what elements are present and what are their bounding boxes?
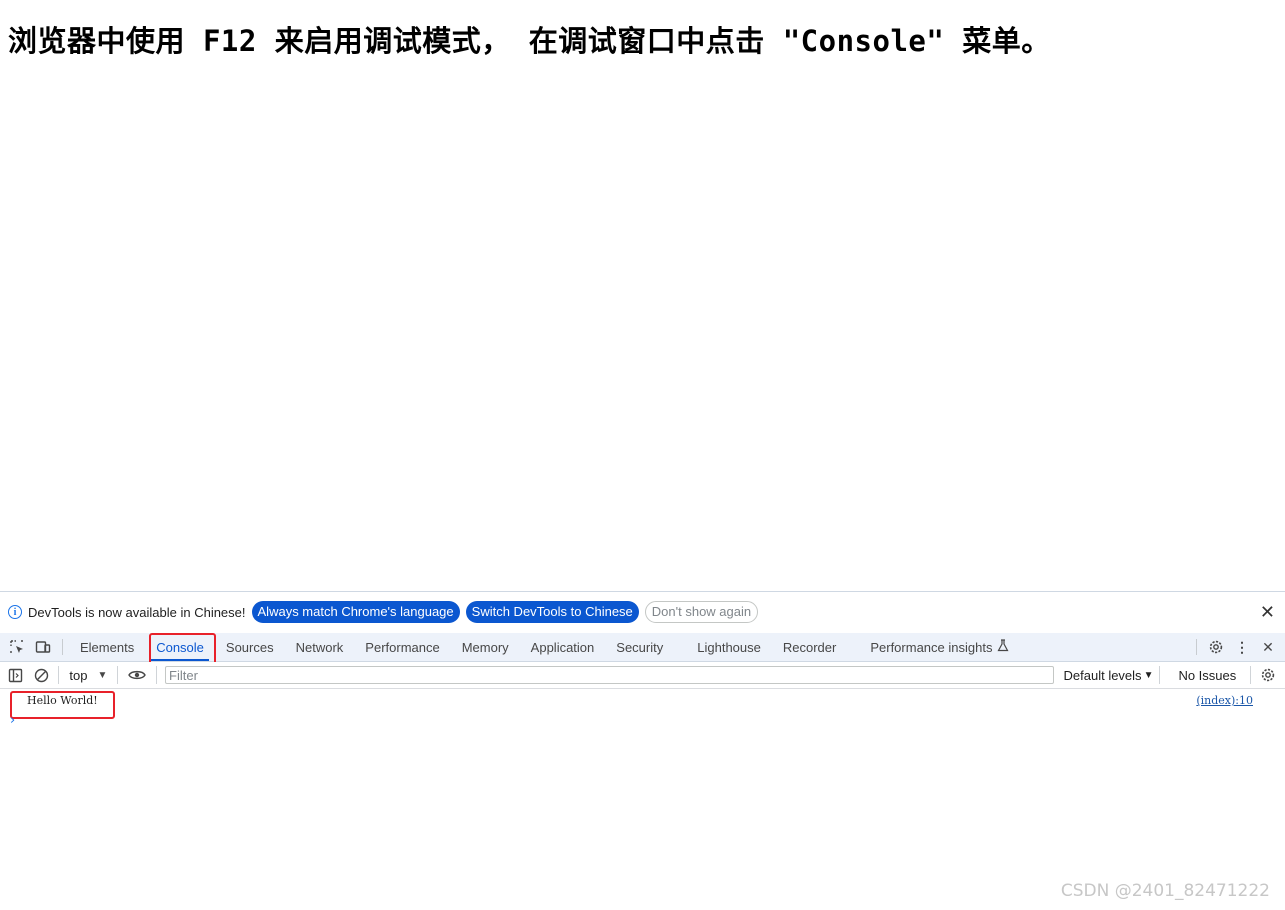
inspect-element-icon[interactable] <box>4 633 30 661</box>
console-output[interactable]: Hello World! (index):10 › <box>0 689 1285 910</box>
caret-down-icon: ▼ <box>1144 670 1154 681</box>
page-heading: 浏览器中使用 F12 来启用调试模式， 在调试窗口中点击 "Console" 菜… <box>8 18 1051 60</box>
tab-sources[interactable]: Sources <box>215 633 285 661</box>
tab-bar-actions: ⋮ ✕ <box>1190 633 1285 661</box>
tab-application[interactable]: Application <box>520 633 606 661</box>
toolbar-divider <box>1250 666 1251 684</box>
toolbar-divider <box>58 666 59 684</box>
toolbar-divider <box>1159 666 1160 684</box>
devtools-tab-bar: Elements Console Sources Network Perform… <box>0 633 1285 662</box>
tab-network[interactable]: Network <box>285 633 355 661</box>
tab-recorder[interactable]: Recorder <box>772 633 859 661</box>
console-message-row: Hello World! (index):10 <box>0 689 1285 711</box>
settings-gear-icon[interactable] <box>1203 633 1229 661</box>
dont-show-again-button[interactable]: Don't show again <box>645 601 758 623</box>
tab-performance-insights-label: Performance insights <box>870 640 992 655</box>
info-message: DevTools is now available in Chinese! <box>28 605 246 620</box>
tab-performance-insights[interactable]: Performance insights <box>859 633 1020 661</box>
context-selector[interactable]: top ▼ <box>63 668 113 683</box>
tab-console[interactable]: Console <box>145 633 215 661</box>
console-settings-gear-icon[interactable] <box>1255 662 1281 688</box>
chevron-down-icon: ▼ <box>98 670 108 681</box>
watermark: CSDN @2401_82471222 <box>1061 881 1270 901</box>
log-levels-dropdown[interactable]: Default levels ▼ <box>1062 668 1156 683</box>
tab-performance[interactable]: Performance <box>354 633 450 661</box>
toolbar-divider <box>156 666 157 684</box>
device-toolbar-icon[interactable] <box>30 633 56 661</box>
info-icon: i <box>8 605 22 619</box>
sidebar-toggle-icon[interactable] <box>3 662 29 688</box>
console-prompt-chevron-icon[interactable]: › <box>10 713 15 729</box>
issues-counter[interactable]: No Issues <box>1168 668 1246 683</box>
language-info-bar: i DevTools is now available in Chinese! … <box>0 592 1285 632</box>
tab-lighthouse[interactable]: Lighthouse <box>686 633 772 661</box>
tab-memory[interactable]: Memory <box>451 633 520 661</box>
toolbar-divider <box>117 666 118 684</box>
more-options-icon[interactable]: ⋮ <box>1229 633 1255 661</box>
console-toolbar: top ▼ Default levels ▼ No Issues <box>0 662 1285 689</box>
console-message-source-link[interactable]: (index):10 <box>1196 694 1253 707</box>
devtools-panel: i DevTools is now available in Chinese! … <box>0 591 1285 910</box>
toolbar-divider <box>1196 639 1197 655</box>
switch-to-chinese-button[interactable]: Switch DevTools to Chinese <box>466 601 639 623</box>
close-devtools-icon[interactable]: ✕ <box>1255 633 1281 661</box>
tab-security[interactable]: Security <box>605 633 686 661</box>
live-expression-eye-icon[interactable] <box>122 662 152 688</box>
tab-elements[interactable]: Elements <box>69 633 145 661</box>
always-match-language-button[interactable]: Always match Chrome's language <box>252 601 460 623</box>
toolbar-divider <box>62 639 63 655</box>
console-message-text: Hello World! <box>27 694 98 707</box>
flask-icon <box>997 639 1009 655</box>
clear-console-icon[interactable] <box>29 662 55 688</box>
log-levels-label: Default levels <box>1064 668 1142 683</box>
context-value: top <box>69 668 87 683</box>
filter-input[interactable] <box>165 666 1053 684</box>
close-icon[interactable]: ✕ <box>1260 603 1275 621</box>
